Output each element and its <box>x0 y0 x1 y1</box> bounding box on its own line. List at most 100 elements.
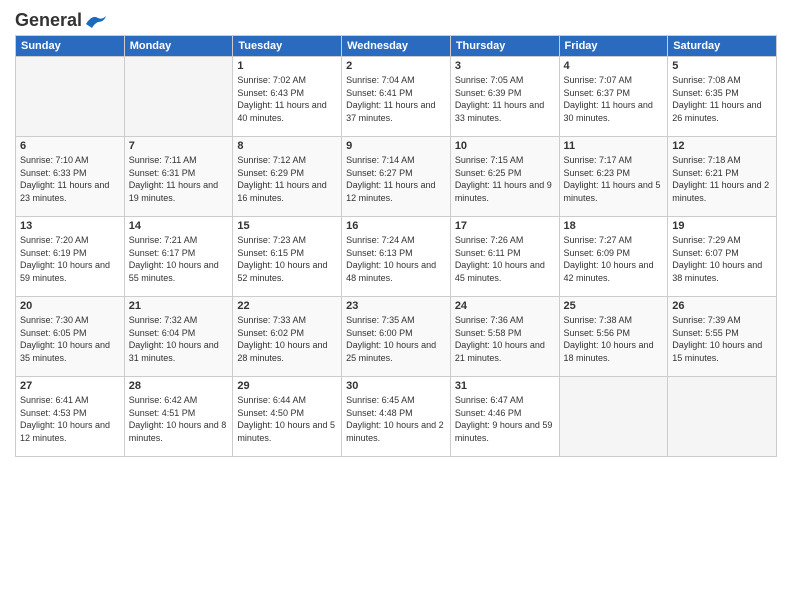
day-number: 29 <box>237 380 337 392</box>
day-info: Sunrise: 7:39 AM Sunset: 5:55 PM Dayligh… <box>672 314 772 364</box>
calendar-day-cell: 25 Sunrise: 7:38 AM Sunset: 5:56 PM Dayli… <box>559 297 668 377</box>
calendar-week-row: 13Sunrise: 7:20 AM Sunset: 6:19 PM Dayli… <box>16 217 777 297</box>
calendar-day-cell: 8 Sunrise: 7:12 AM Sunset: 6:29 PM Daylig… <box>233 137 342 217</box>
day-info: Sunrise: 7:07 AM Sunset: 6:37 PM Dayligh… <box>564 74 664 124</box>
day-number: 6 <box>20 140 120 152</box>
calendar-day-cell: 21Sunrise: 7:32 AM Sunset: 6:04 PM Dayli… <box>124 297 233 377</box>
header: General <box>15 10 777 29</box>
day-info: Sunrise: 7:18 AM Sunset: 6:21 PM Dayligh… <box>672 154 772 204</box>
day-info: Sunrise: 7:05 AM Sunset: 6:39 PM Dayligh… <box>455 74 555 124</box>
day-number: 15 <box>237 220 337 232</box>
calendar-day-cell: 12 Sunrise: 7:18 AM Sunset: 6:21 PM Dayli… <box>668 137 777 217</box>
day-info: Sunrise: 6:42 AM Sunset: 4:51 PM Dayligh… <box>129 394 229 444</box>
day-info: Sunrise: 7:24 AM Sunset: 6:13 PM Dayligh… <box>346 234 446 284</box>
calendar-day-cell <box>559 377 668 457</box>
calendar-day-cell <box>668 377 777 457</box>
calendar-day-cell: 18 Sunrise: 7:27 AM Sunset: 6:09 PM Dayli… <box>559 217 668 297</box>
day-number: 17 <box>455 220 555 232</box>
calendar-table: SundayMondayTuesdayWednesdayThursdayFrid… <box>15 35 777 457</box>
day-number: 21 <box>129 300 229 312</box>
day-info: Sunrise: 7:29 AM Sunset: 6:07 PM Dayligh… <box>672 234 772 284</box>
calendar-day-cell: 26 Sunrise: 7:39 AM Sunset: 5:55 PM Dayli… <box>668 297 777 377</box>
day-header-saturday: Saturday <box>668 36 777 57</box>
day-info: Sunrise: 6:44 AM Sunset: 4:50 PM Dayligh… <box>237 394 337 444</box>
day-info: Sunrise: 7:36 AM Sunset: 5:58 PM Dayligh… <box>455 314 555 364</box>
day-header-tuesday: Tuesday <box>233 36 342 57</box>
day-number: 27 <box>20 380 120 392</box>
day-header-thursday: Thursday <box>450 36 559 57</box>
day-number: 2 <box>346 60 446 72</box>
calendar-day-cell: 16 Sunrise: 7:24 AM Sunset: 6:13 PM Dayli… <box>342 217 451 297</box>
calendar-day-cell: 13Sunrise: 7:20 AM Sunset: 6:19 PM Dayli… <box>16 217 125 297</box>
day-number: 25 <box>564 300 664 312</box>
day-info: Sunrise: 7:08 AM Sunset: 6:35 PM Dayligh… <box>672 74 772 124</box>
calendar-day-cell: 2 Sunrise: 7:04 AM Sunset: 6:41 PM Daylig… <box>342 57 451 137</box>
calendar-week-row: 27 Sunrise: 6:41 AM Sunset: 4:53 PM Dayli… <box>16 377 777 457</box>
day-info: Sunrise: 7:11 AM Sunset: 6:31 PM Dayligh… <box>129 154 229 204</box>
day-number: 8 <box>237 140 337 152</box>
calendar-week-row: 1Sunrise: 7:02 AM Sunset: 6:43 PM Daylig… <box>16 57 777 137</box>
day-info: Sunrise: 7:21 AM Sunset: 6:17 PM Dayligh… <box>129 234 229 284</box>
day-info: Sunrise: 7:10 AM Sunset: 6:33 PM Dayligh… <box>20 154 120 204</box>
day-number: 5 <box>672 60 772 72</box>
day-info: Sunrise: 7:35 AM Sunset: 6:00 PM Dayligh… <box>346 314 446 364</box>
day-number: 14 <box>129 220 229 232</box>
calendar-week-row: 20 Sunrise: 7:30 AM Sunset: 6:05 PM Dayli… <box>16 297 777 377</box>
day-number: 7 <box>129 140 229 152</box>
day-header-monday: Monday <box>124 36 233 57</box>
calendar-day-cell: 27 Sunrise: 6:41 AM Sunset: 4:53 PM Dayli… <box>16 377 125 457</box>
day-number: 11 <box>564 140 664 152</box>
page: General SundayMondayTuesdayWednesdayThur… <box>0 0 792 612</box>
day-number: 10 <box>455 140 555 152</box>
calendar-day-cell: 28 Sunrise: 6:42 AM Sunset: 4:51 PM Dayli… <box>124 377 233 457</box>
day-info: Sunrise: 7:27 AM Sunset: 6:09 PM Dayligh… <box>564 234 664 284</box>
calendar-day-cell <box>124 57 233 137</box>
calendar-day-cell <box>16 57 125 137</box>
day-number: 12 <box>672 140 772 152</box>
calendar-day-cell: 15 Sunrise: 7:23 AM Sunset: 6:15 PM Dayli… <box>233 217 342 297</box>
calendar-day-cell: 5 Sunrise: 7:08 AM Sunset: 6:35 PM Daylig… <box>668 57 777 137</box>
calendar-day-cell: 22 Sunrise: 7:33 AM Sunset: 6:02 PM Dayli… <box>233 297 342 377</box>
day-number: 9 <box>346 140 446 152</box>
calendar-day-cell: 4 Sunrise: 7:07 AM Sunset: 6:37 PM Daylig… <box>559 57 668 137</box>
day-header-sunday: Sunday <box>16 36 125 57</box>
calendar-day-cell: 10 Sunrise: 7:15 AM Sunset: 6:25 PM Dayli… <box>450 137 559 217</box>
calendar-day-cell: 19Sunrise: 7:29 AM Sunset: 6:07 PM Dayli… <box>668 217 777 297</box>
day-number: 22 <box>237 300 337 312</box>
calendar-day-cell: 23 Sunrise: 7:35 AM Sunset: 6:00 PM Dayli… <box>342 297 451 377</box>
calendar-day-cell: 17Sunrise: 7:26 AM Sunset: 6:11 PM Dayli… <box>450 217 559 297</box>
day-info: Sunrise: 7:38 AM Sunset: 5:56 PM Dayligh… <box>564 314 664 364</box>
calendar-day-cell: 11Sunrise: 7:17 AM Sunset: 6:23 PM Dayli… <box>559 137 668 217</box>
day-number: 23 <box>346 300 446 312</box>
logo-bird-icon <box>84 14 106 28</box>
day-info: Sunrise: 6:41 AM Sunset: 4:53 PM Dayligh… <box>20 394 120 444</box>
calendar-day-cell: 20 Sunrise: 7:30 AM Sunset: 6:05 PM Dayli… <box>16 297 125 377</box>
day-number: 20 <box>20 300 120 312</box>
day-info: Sunrise: 7:12 AM Sunset: 6:29 PM Dayligh… <box>237 154 337 204</box>
day-number: 24 <box>455 300 555 312</box>
day-info: Sunrise: 7:15 AM Sunset: 6:25 PM Dayligh… <box>455 154 555 204</box>
day-info: Sunrise: 7:04 AM Sunset: 6:41 PM Dayligh… <box>346 74 446 124</box>
calendar-day-cell: 29 Sunrise: 6:44 AM Sunset: 4:50 PM Dayli… <box>233 377 342 457</box>
day-number: 18 <box>564 220 664 232</box>
day-number: 16 <box>346 220 446 232</box>
calendar-day-cell: 3Sunrise: 7:05 AM Sunset: 6:39 PM Daylig… <box>450 57 559 137</box>
day-number: 26 <box>672 300 772 312</box>
day-number: 31 <box>455 380 555 392</box>
day-number: 28 <box>129 380 229 392</box>
day-info: Sunrise: 7:33 AM Sunset: 6:02 PM Dayligh… <box>237 314 337 364</box>
day-number: 13 <box>20 220 120 232</box>
day-number: 4 <box>564 60 664 72</box>
calendar-header-row: SundayMondayTuesdayWednesdayThursdayFrid… <box>16 36 777 57</box>
day-info: Sunrise: 7:30 AM Sunset: 6:05 PM Dayligh… <box>20 314 120 364</box>
day-info: Sunrise: 7:23 AM Sunset: 6:15 PM Dayligh… <box>237 234 337 284</box>
calendar-day-cell: 9 Sunrise: 7:14 AM Sunset: 6:27 PM Daylig… <box>342 137 451 217</box>
day-info: Sunrise: 6:47 AM Sunset: 4:46 PM Dayligh… <box>455 394 555 444</box>
day-info: Sunrise: 7:14 AM Sunset: 6:27 PM Dayligh… <box>346 154 446 204</box>
logo-general: General <box>15 10 82 31</box>
calendar-day-cell: 31 Sunrise: 6:47 AM Sunset: 4:46 PM Dayli… <box>450 377 559 457</box>
calendar-day-cell: 14 Sunrise: 7:21 AM Sunset: 6:17 PM Dayli… <box>124 217 233 297</box>
day-header-wednesday: Wednesday <box>342 36 451 57</box>
calendar-week-row: 6 Sunrise: 7:10 AM Sunset: 6:33 PM Daylig… <box>16 137 777 217</box>
calendar-day-cell: 30Sunrise: 6:45 AM Sunset: 4:48 PM Dayli… <box>342 377 451 457</box>
